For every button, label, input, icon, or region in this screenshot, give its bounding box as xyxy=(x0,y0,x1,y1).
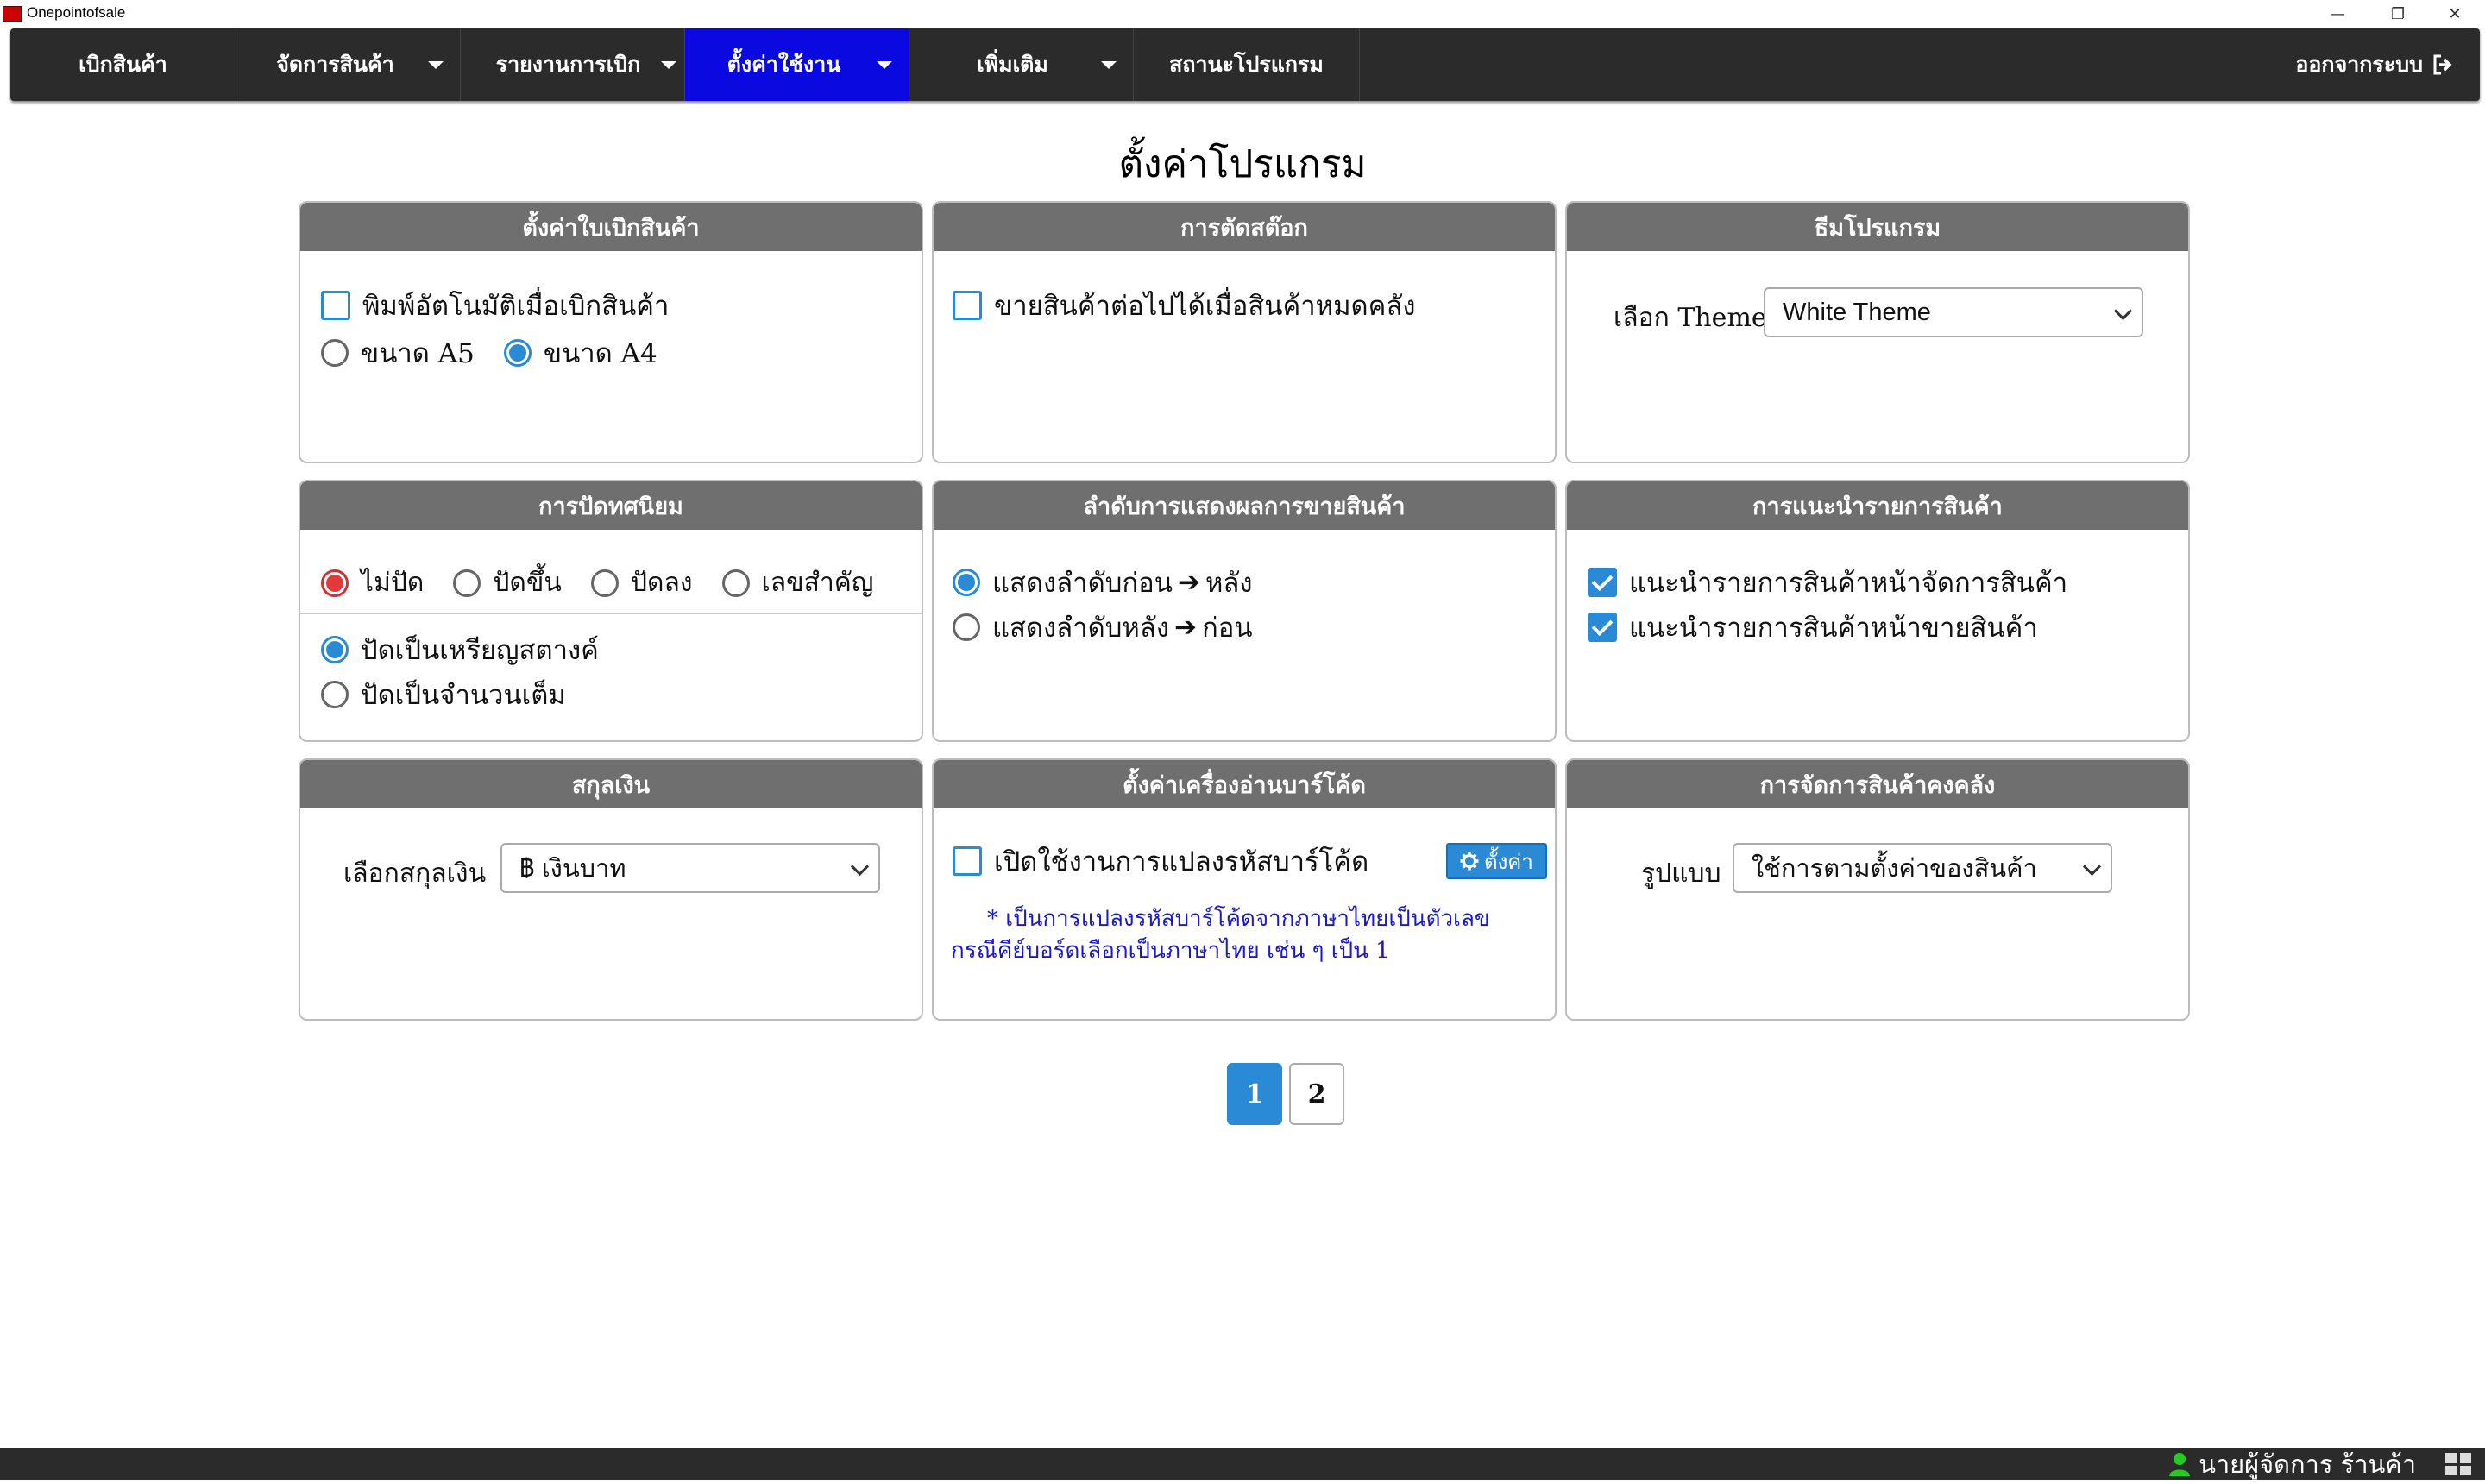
panel-title: การตัดสต๊อก xyxy=(934,203,1555,251)
gear-icon xyxy=(1460,852,1479,871)
chevron-down-icon xyxy=(2082,857,2102,877)
panel-title: ตั้งค่าใบเบิกสินค้า xyxy=(300,203,922,251)
barcode-note-line-1: * เป็นการแปลงรหัสบาร์โค้ดจากภาษาไทยเป็นต… xyxy=(987,906,1490,932)
panel-stock-cut: การตัดสต๊อก ขายสินค้าต่อไปได้เมื่อสินค้า… xyxy=(932,201,1557,463)
theme-select-label: เลือก Theme xyxy=(1614,303,1767,333)
panel-product-suggestion: การแนะนำรายการสินค้า แนะนำรายการสินค้าหน… xyxy=(1565,480,2190,742)
panel-title: การแนะนำรายการสินค้า xyxy=(1567,481,2188,530)
panel-title: ตั้งค่าเครื่องอ่านบาร์โค้ด xyxy=(934,760,1555,808)
barcode-convert-checkbox[interactable] xyxy=(953,846,982,876)
chevron-down-icon xyxy=(877,61,892,69)
auto-print-checkbox-row[interactable]: พิมพ์อัตโนมัติเมื่อเบิกสินค้า xyxy=(321,284,669,327)
current-user: นายผู้จัดการ ร้านค้า xyxy=(2169,1448,2416,1480)
rounding-significant-radio[interactable] xyxy=(721,569,750,597)
restore-button[interactable]: ❐ xyxy=(2368,0,2428,28)
round-to-integer-row[interactable]: ปัดเป็นจำนวนเต็ม xyxy=(321,673,566,716)
order-first-radio[interactable] xyxy=(953,569,980,596)
panel-barcode-reader: ตั้งค่าเครื่องอ่านบาร์โค้ด เปิดใช้งานการ… xyxy=(932,758,1557,1021)
sell-out-of-stock-row[interactable]: ขายสินค้าต่อไปได้เมื่อสินค้าหมดคลัง xyxy=(953,284,1416,327)
auto-print-checkbox[interactable] xyxy=(321,291,350,320)
sell-out-of-stock-checkbox[interactable] xyxy=(953,291,982,320)
inventory-mode-select[interactable]: ใช้การตามตั้งค่าของสินค้า xyxy=(1733,843,2112,893)
chevron-down-icon xyxy=(661,61,676,69)
size-a4-radio[interactable] xyxy=(503,339,532,367)
inventory-select-label: รูปแบบ xyxy=(1641,858,1721,889)
divider xyxy=(300,613,922,614)
window-titlebar: Onepointofsale — ❐ ✕ xyxy=(0,0,2485,28)
window-title: Onepointofsale xyxy=(27,4,126,21)
currency-select[interactable]: ฿ เงินบาท xyxy=(500,843,880,893)
panel-currency: สกุลเงิน เลือกสกุลเงิน ฿ เงินบาท xyxy=(299,758,923,1021)
minimize-button[interactable]: — xyxy=(2307,0,2368,28)
panel-requisition-settings: ตั้งค่าใบเบิกสินค้า พิมพ์อัตโนมัติเมื่อเ… xyxy=(299,201,923,463)
page-button-2[interactable]: 2 xyxy=(1289,1063,1344,1125)
nav-item-more[interactable]: เพิ่มเติม xyxy=(909,28,1134,101)
logout-button[interactable]: ออกจากระบบ xyxy=(2295,28,2454,101)
paper-size-radio-group: ขนาด A5 ขนาด A4 xyxy=(321,331,657,374)
status-bar: นายผู้จัดการ ร้านค้า xyxy=(0,1448,2485,1480)
order-second-row[interactable]: แสดงลำดับหลัง ➔ ก่อน xyxy=(953,606,1253,649)
suggest-manage-checkbox[interactable] xyxy=(1588,568,1617,597)
arrow-right-icon: ➔ xyxy=(1173,612,1197,643)
page-title: ตั้งค่าโปรแกรม xyxy=(1118,142,1367,186)
round-to-coin-radio[interactable] xyxy=(321,636,349,663)
round-to-integer-radio[interactable] xyxy=(321,681,349,708)
close-button[interactable]: ✕ xyxy=(2425,0,2485,28)
nav-item-reports[interactable]: รายงานการเบิก xyxy=(461,28,685,101)
currency-select-label: เลือกสกุลเงิน xyxy=(343,858,487,889)
panel-title: การจัดการสินค้าคงคลัง xyxy=(1567,760,2188,808)
rounding-up-radio[interactable] xyxy=(453,569,481,597)
nav-item-settings[interactable]: ตั้งค่าใช้งาน xyxy=(685,28,909,101)
user-icon xyxy=(2169,1452,2191,1476)
theme-select[interactable]: White Theme xyxy=(1764,287,2143,337)
barcode-setup-button[interactable]: ตั้งค่า xyxy=(1446,843,1547,879)
order-second-radio[interactable] xyxy=(953,613,980,641)
panel-rounding: การปัดทศนิยม ไม่ปัด ปัดขึ้น ปัดลง เลขสำค… xyxy=(299,480,923,742)
panel-title: การปัดทศนิยม xyxy=(300,481,922,530)
panel-title: ธีมโปรแกรม xyxy=(1567,203,2188,251)
suggest-sell-checkbox[interactable] xyxy=(1588,613,1617,642)
nav-item-requisition[interactable]: เบิกสินค้า xyxy=(10,28,236,101)
rounding-options-group: ไม่ปัด ปัดขึ้น ปัดลง เลขสำคัญ xyxy=(321,563,873,603)
page-button-1[interactable]: 1 xyxy=(1227,1063,1282,1125)
logout-icon xyxy=(2433,54,2452,75)
nav-item-program-status[interactable]: สถานะโปรแกรม xyxy=(1134,28,1360,101)
chevron-down-icon xyxy=(428,61,444,69)
chevron-down-icon xyxy=(850,857,870,877)
suggest-sell-row[interactable]: แนะนำรายการสินค้าหน้าขายสินค้า xyxy=(1588,606,2038,649)
panel-title: สกุลเงิน xyxy=(300,760,922,808)
barcode-convert-row[interactable]: เปิดใช้งานการแปลงรหัสบาร์โค้ด xyxy=(953,839,1368,883)
panel-title: ลำดับการแสดงผลการขายสินค้า xyxy=(934,481,1555,530)
panel-theme: ธีมโปรแกรม เลือก Theme White Theme xyxy=(1565,201,2190,463)
main-navbar: เบิกสินค้า จัดการสินค้า รายงานการเบิก ตั… xyxy=(10,28,2480,101)
chevron-down-icon xyxy=(2113,301,2133,321)
suggest-manage-row[interactable]: แนะนำรายการสินค้าหน้าจัดการสินค้า xyxy=(1588,561,2067,604)
round-to-coin-row[interactable]: ปัดเป็นเหรียญสตางค์ xyxy=(321,628,599,671)
panel-sales-display-order: ลำดับการแสดงผลการขายสินค้า แสดงลำดับก่อน… xyxy=(932,480,1557,742)
size-a5-radio[interactable] xyxy=(321,339,349,367)
panel-inventory-management: การจัดการสินค้าคงคลัง รูปแบบ ใช้การตามตั… xyxy=(1565,758,2190,1021)
arrow-right-icon: ➔ xyxy=(1177,567,1200,598)
rounding-none-radio[interactable] xyxy=(321,569,349,597)
nav-item-manage-products[interactable]: จัดการสินค้า xyxy=(236,28,461,101)
rounding-down-radio[interactable] xyxy=(590,569,619,597)
app-icon xyxy=(3,6,22,22)
apps-grid-icon[interactable] xyxy=(2445,1453,2471,1475)
chevron-down-icon xyxy=(1101,61,1117,69)
barcode-note-line-2: กรณีคีย์บอร์ดเลือกเป็นภาษาไทย เช่น ๆ เป็… xyxy=(951,938,1390,964)
order-first-row[interactable]: แสดงลำดับก่อน ➔ หลัง xyxy=(953,561,1253,604)
